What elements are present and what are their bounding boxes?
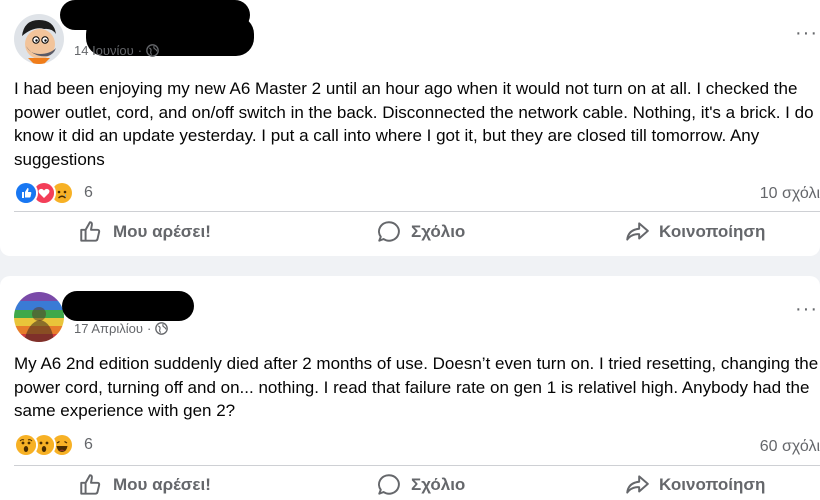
- like-reaction-icon: [14, 181, 38, 205]
- redacted-name: [62, 291, 194, 321]
- comments-count[interactable]: 60 σχόλι: [760, 438, 820, 456]
- share-icon: [626, 475, 649, 494]
- comment-button[interactable]: Σχόλιο: [376, 219, 465, 245]
- divider: [14, 211, 820, 212]
- separator-dot: ·: [137, 43, 143, 58]
- post-date[interactable]: 14 Ιουνίου: [74, 43, 134, 58]
- post-meta: 17 Απριλίου ·: [74, 321, 169, 336]
- like-label: Μου αρέσει!: [113, 475, 211, 494]
- reaction-summary[interactable]: 6: [14, 433, 93, 457]
- thumbs-up-icon: [80, 221, 101, 242]
- comment-label: Σχόλιο: [411, 222, 466, 241]
- comment-label: Σχόλιο: [411, 475, 466, 494]
- thumbs-up-icon: [80, 474, 101, 495]
- post-card: 14 Ιουνίου · ··· I had been enjoying my …: [0, 0, 820, 256]
- comment-icon: [378, 221, 400, 242]
- comment-button[interactable]: Σχόλιο: [376, 472, 465, 498]
- reaction-summary[interactable]: 6: [14, 181, 93, 205]
- share-button[interactable]: Κοινοποίηση: [624, 472, 765, 498]
- globe-icon: [155, 322, 169, 335]
- like-button[interactable]: Μου αρέσει!: [78, 219, 211, 245]
- separator-dot: ·: [147, 321, 152, 336]
- share-label: Κοινοποίηση: [659, 222, 766, 241]
- reaction-count: 6: [84, 184, 93, 201]
- share-icon: [626, 222, 649, 241]
- post-meta: 14 Ιουνίου ·: [74, 43, 159, 58]
- reaction-count: 6: [84, 436, 93, 453]
- globe-icon: [146, 44, 159, 57]
- share-label: Κοινοποίηση: [659, 475, 766, 494]
- post-date[interactable]: 17 Απριλίου: [74, 321, 143, 336]
- avatar[interactable]: [14, 292, 64, 342]
- like-button[interactable]: Μου αρέσει!: [78, 472, 211, 498]
- divider: [14, 465, 820, 466]
- post-text: My A6 2nd edition suddenly died after 2 …: [14, 354, 819, 420]
- like-label: Μου αρέσει!: [113, 222, 211, 241]
- comment-icon: [378, 474, 400, 495]
- comments-count[interactable]: 10 σχόλι: [760, 185, 820, 203]
- post-card: 17 Απριλίου · ··· My A6 2nd edition sudd…: [0, 276, 820, 500]
- share-button[interactable]: Κοινοποίηση: [624, 219, 765, 245]
- avatar[interactable]: [14, 14, 64, 64]
- post-text: I had been enjoying my new A6 Master 2 u…: [14, 79, 814, 169]
- wow-reaction-icon: [14, 433, 38, 457]
- more-options-icon[interactable]: ···: [795, 23, 818, 43]
- more-options-icon[interactable]: ···: [795, 299, 818, 319]
